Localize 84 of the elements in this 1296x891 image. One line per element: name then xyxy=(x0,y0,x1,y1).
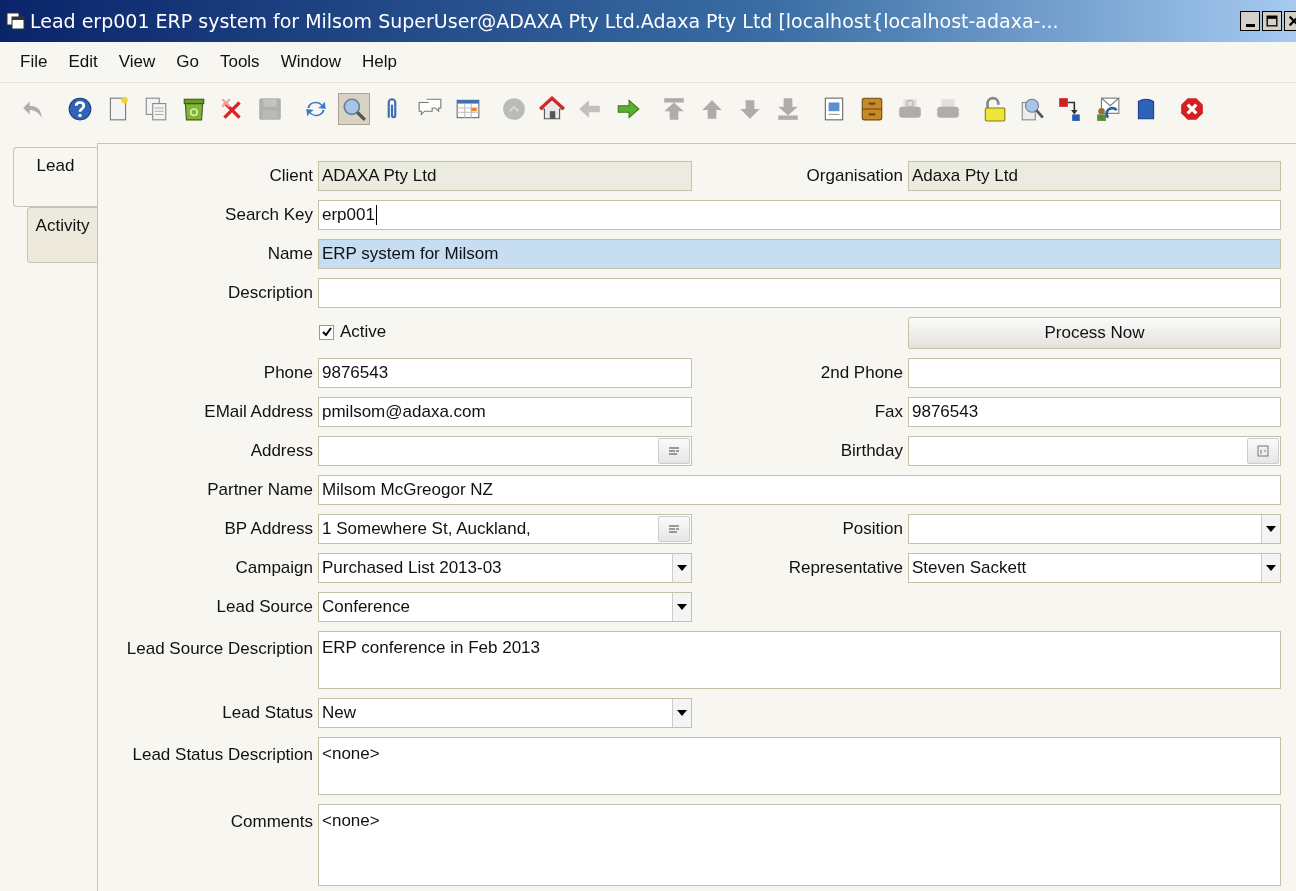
field-label: Representative xyxy=(787,558,903,578)
caret-icon xyxy=(677,710,687,716)
find-button[interactable] xyxy=(338,93,370,125)
text-field[interactable]: ERP system for Milsom xyxy=(318,239,1281,269)
field-label: Address xyxy=(249,441,313,461)
dropdown-field[interactable] xyxy=(908,514,1281,544)
dropdown-field[interactable]: New xyxy=(318,698,692,728)
field-label: Position xyxy=(841,519,903,539)
lines-icon xyxy=(668,447,680,455)
tab[interactable]: Activity xyxy=(27,207,97,263)
process-button[interactable]: Process Now xyxy=(908,317,1281,349)
field-label: Description xyxy=(226,283,313,303)
text-field[interactable] xyxy=(318,278,1281,308)
menu-item[interactable]: Edit xyxy=(68,52,98,72)
field-label: Fax xyxy=(873,402,903,422)
menu-item[interactable]: Window xyxy=(280,52,342,72)
calendar-button[interactable] xyxy=(1247,438,1279,464)
lookup-field[interactable] xyxy=(318,436,692,466)
exit-icon xyxy=(1179,96,1205,122)
help-icon xyxy=(67,96,93,122)
text-area[interactable]: <none> xyxy=(318,737,1281,795)
text-field[interactable] xyxy=(908,358,1281,388)
dropdown-field[interactable]: Conference xyxy=(318,592,692,622)
field-label: Search Key xyxy=(224,205,313,225)
archive-icon xyxy=(859,96,885,122)
caret-icon xyxy=(677,565,687,571)
window-title: Lead erp001 ERP system for Milsom SuperUser@ADAXA Pty Ltd.Adaxa Pty Ltd [localhost{localhost-adaxa-... xyxy=(30,10,1060,32)
date-field[interactable] xyxy=(908,436,1281,466)
checkbox-label: Active xyxy=(340,322,387,342)
window-icon xyxy=(6,11,26,31)
lookup-button[interactable] xyxy=(658,438,690,464)
menu-item[interactable]: Go xyxy=(176,52,199,72)
minimize-icon xyxy=(1245,23,1255,27)
field-label: Lead Source xyxy=(215,597,313,617)
copy-icon xyxy=(143,96,169,122)
field-label: Name xyxy=(266,244,313,264)
next-icon xyxy=(615,96,641,122)
save-icon xyxy=(257,96,283,122)
field-label: Lead Status xyxy=(221,703,313,723)
find-icon xyxy=(341,96,367,122)
dropdown-field[interactable]: Purchased List 2013-03 xyxy=(318,553,692,583)
field-label: Phone xyxy=(262,363,313,383)
caret-icon xyxy=(677,604,687,610)
read-only-field: ADAXA Pty Ltd xyxy=(318,161,692,191)
lines-icon xyxy=(668,525,680,533)
field-label: Lead Status Description xyxy=(131,744,313,765)
menu-item[interactable]: Help xyxy=(362,52,398,72)
caret-icon xyxy=(1266,526,1276,532)
menu-item[interactable]: File xyxy=(20,52,48,72)
delete-icon xyxy=(181,96,207,122)
field-label: Client xyxy=(268,166,313,186)
workflow-icon xyxy=(1057,96,1083,122)
menu-item[interactable]: View xyxy=(118,52,156,72)
text-field[interactable]: pmilsom@adaxa.com xyxy=(318,397,692,427)
field-label: Partner Name xyxy=(206,480,313,500)
home-icon xyxy=(539,96,565,122)
caret-icon xyxy=(1266,565,1276,571)
tab[interactable]: Lead xyxy=(13,147,97,207)
field-label: Organisation xyxy=(805,166,903,186)
lookup-button[interactable] xyxy=(658,516,690,542)
field-label: Birthday xyxy=(839,441,903,461)
text-area[interactable]: ERP conference in Feb 2013 xyxy=(318,631,1281,689)
field-label: EMail Address xyxy=(203,402,313,422)
maximize-icon xyxy=(1265,14,1279,28)
maximize-button[interactable] xyxy=(1262,11,1282,31)
field-label: Campaign xyxy=(234,558,313,578)
text-field[interactable]: Milsom McGreogor NZ xyxy=(318,475,1281,505)
lookup-field[interactable]: 1 Somewhere St, Auckland, xyxy=(318,514,692,544)
field-label: Lead Source Description xyxy=(125,638,313,659)
menu-item[interactable]: Tools xyxy=(219,52,260,72)
field-label: Comments xyxy=(229,811,313,832)
text-field[interactable]: erp001 xyxy=(318,200,1281,230)
text-field[interactable]: 9876543 xyxy=(318,358,692,388)
checkbox[interactable] xyxy=(319,324,334,340)
field-label: BP Address xyxy=(223,519,313,539)
first-icon xyxy=(661,96,687,122)
field-label: 2nd Phone xyxy=(819,363,903,383)
last-icon xyxy=(775,96,801,122)
text-field[interactable]: 9876543 xyxy=(908,397,1281,427)
read-only-field: Adaxa Pty Ltd xyxy=(908,161,1281,191)
text-area[interactable]: <none> xyxy=(318,804,1281,886)
dropdown-field[interactable]: Steven Sackett xyxy=(908,553,1281,583)
calendar-icon xyxy=(1257,445,1269,457)
minimize-button[interactable] xyxy=(1240,11,1260,31)
